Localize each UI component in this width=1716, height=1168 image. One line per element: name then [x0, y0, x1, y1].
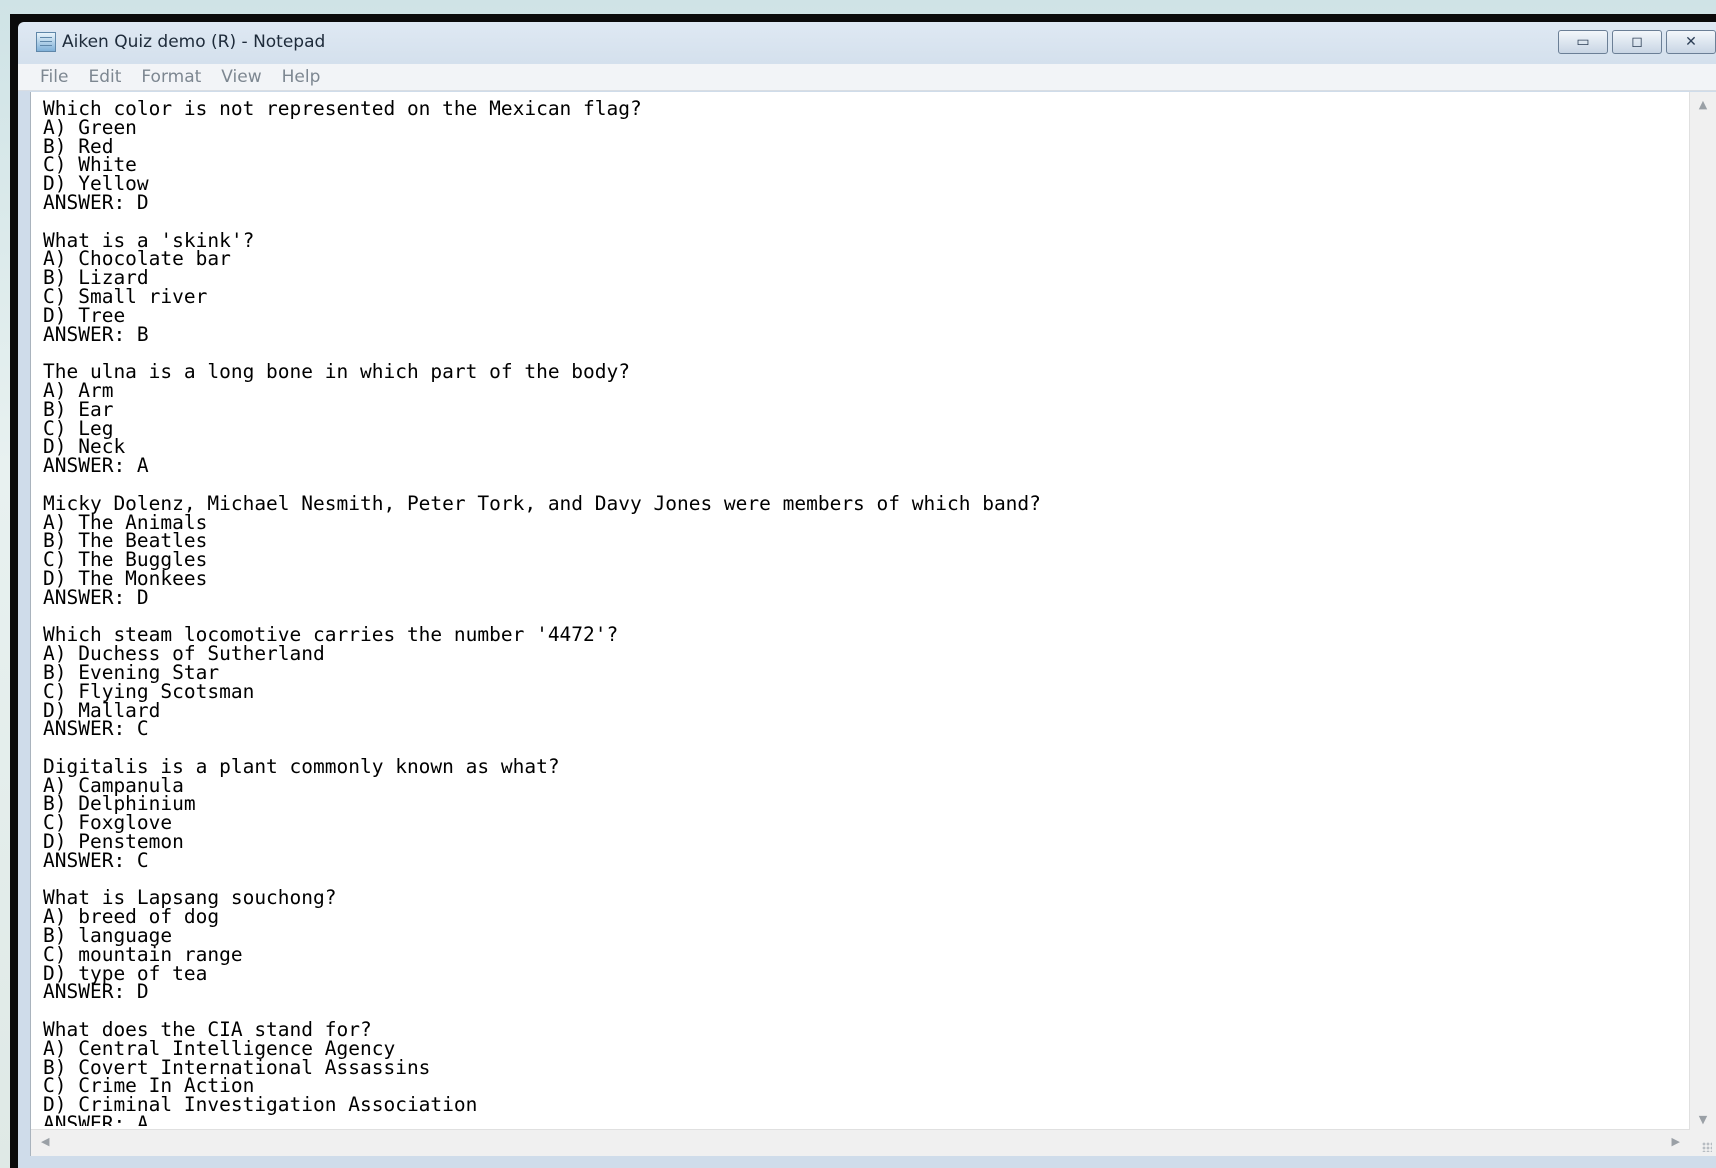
text-line: D) Yellow	[43, 172, 149, 196]
menu-edit[interactable]: Edit	[80, 67, 129, 87]
window-controls: ▭ ◻ ✕	[1558, 30, 1716, 54]
text-line: ANSWER: C	[43, 717, 149, 741]
menu-bar: File Edit Format View Help	[18, 64, 1716, 91]
maximize-button[interactable]: ◻	[1612, 30, 1662, 54]
text-line: ANSWER: D	[43, 585, 149, 609]
window-title: Aiken Quiz demo (R) - Notepad	[62, 32, 326, 52]
text-line: B) Delphinium	[43, 792, 196, 816]
text-line: Digitalis is a plant commonly known as w…	[43, 754, 560, 778]
text-editor[interactable]: Which color is not represented on the Me…	[30, 92, 1716, 1156]
text-line: A) Green	[43, 115, 137, 139]
text-line: B) Ear	[43, 397, 114, 421]
scroll-right-arrow-icon[interactable]: ▶	[1672, 1135, 1680, 1148]
text-line: A) Campanula	[43, 773, 184, 797]
text-line: A) Arm	[43, 378, 114, 402]
notepad-icon[interactable]	[36, 32, 56, 52]
menu-view[interactable]: View	[213, 67, 269, 87]
close-button[interactable]: ✕	[1666, 30, 1716, 54]
minimize-button[interactable]: ▭	[1558, 30, 1608, 54]
text-line: A) The Animals	[43, 510, 208, 534]
text-line: D) Criminal Investigation Association	[43, 1093, 478, 1117]
text-line: Which color is not represented on the Me…	[43, 100, 642, 120]
text-line: ANSWER: B	[43, 322, 149, 346]
notepad-window: Aiken Quiz demo (R) - Notepad ▭ ◻ ✕ File…	[10, 14, 1716, 1168]
text-line: ANSWER: A	[43, 454, 149, 478]
text-line: C) mountain range	[43, 942, 243, 966]
text-line: Micky Dolenz, Michael Nesmith, Peter Tor…	[43, 491, 1041, 515]
text-line: D) Tree	[43, 303, 126, 327]
scroll-down-arrow-icon[interactable]: ▼	[1690, 1113, 1716, 1126]
horizontal-scrollbar[interactable]: ◀ ▶	[31, 1129, 1690, 1156]
text-line: C) Small river	[43, 284, 208, 308]
text-line: ANSWER: A	[43, 1112, 149, 1126]
text-line: D) The Monkees	[43, 566, 208, 590]
text-line: What is Lapsang souchong?	[43, 886, 337, 910]
text-line: C) Leg	[43, 416, 114, 440]
scroll-left-arrow-icon[interactable]: ◀	[41, 1135, 49, 1148]
text-line: D) Penstemon	[43, 830, 184, 854]
resize-grip-icon[interactable]	[1690, 1130, 1716, 1156]
text-line: B) Covert International Assassins	[43, 1055, 431, 1079]
menu-help[interactable]: Help	[274, 67, 329, 87]
vertical-scrollbar[interactable]: ▲ ▼	[1689, 92, 1716, 1130]
text-line: ANSWER: D	[43, 980, 149, 1004]
text-line: D) type of tea	[43, 961, 208, 985]
text-line	[43, 213, 1682, 232]
scroll-up-arrow-icon[interactable]: ▲	[1690, 98, 1716, 111]
text-line: B) Lizard	[43, 266, 149, 290]
text-line: A) Duchess of Sutherland	[43, 642, 325, 666]
text-line: What is a 'skink'?	[43, 228, 255, 252]
text-line: B) Red	[43, 134, 114, 158]
title-bar[interactable]: Aiken Quiz demo (R) - Notepad ▭ ◻ ✕	[18, 22, 1716, 62]
text-line: B) Evening Star	[43, 660, 220, 684]
text-line: D) Neck	[43, 435, 126, 459]
text-line: C) Foxglove	[43, 811, 173, 835]
text-line: A) breed of dog	[43, 905, 220, 929]
text-line: A) Chocolate bar	[43, 247, 231, 271]
menu-file[interactable]: File	[32, 67, 76, 87]
text-line: C) The Buggles	[43, 548, 208, 572]
text-line: B) The Beatles	[43, 529, 208, 553]
text-line: ANSWER: C	[43, 848, 149, 872]
window-frame: Aiken Quiz demo (R) - Notepad ▭ ◻ ✕ File…	[18, 22, 1716, 1168]
menu-format[interactable]: Format	[133, 67, 209, 87]
text-line: C) Flying Scotsman	[43, 679, 255, 703]
text-line: ANSWER: D	[43, 190, 149, 214]
text-line: C) White	[43, 153, 137, 177]
text-line: D) Mallard	[43, 698, 161, 722]
text-line: The ulna is a long bone in which part of…	[43, 360, 630, 384]
text-line: B) language	[43, 924, 173, 948]
document-text[interactable]: Which color is not represented on the Me…	[43, 100, 1682, 1126]
